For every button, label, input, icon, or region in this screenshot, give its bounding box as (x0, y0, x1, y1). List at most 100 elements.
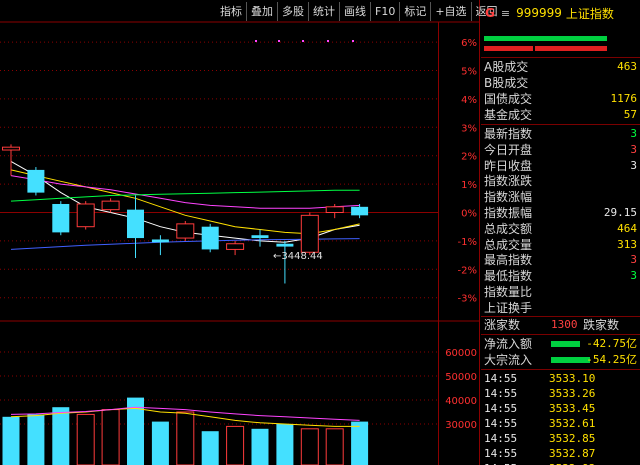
stock-code: 999999 (516, 6, 562, 20)
add-watchlist-button[interactable]: +自选 (430, 2, 470, 21)
volume-bar (27, 414, 45, 465)
tick-row[interactable]: 14:55 3533.10 (481, 371, 640, 386)
quote-row-value: 313 (617, 237, 637, 251)
tick-row[interactable]: 14:55 3532.61 (481, 416, 640, 431)
stat-row-label: 基金成交 (484, 108, 533, 122)
candle-body (2, 146, 20, 151)
tick-row[interactable]: 14:55 3533.26 (481, 386, 640, 401)
flow-row: 大宗流入 -54.25亿 (481, 352, 640, 368)
quote-row-label: 最新指数 (484, 127, 533, 141)
statistics-button[interactable]: 统计 (308, 2, 339, 21)
quote-row-label: 总成交量 (484, 237, 533, 252)
quote-row: 指数振幅 29.15 (481, 205, 640, 221)
price-axis-label: -3% (458, 294, 477, 305)
volume-bar (176, 411, 195, 465)
up-count-label: 涨家数 (484, 318, 521, 332)
quote-row-value: 464 (617, 221, 637, 235)
stat-row-label: 国债成交 (484, 92, 533, 106)
tick-row[interactable]: 14:55 3532.85 (481, 431, 640, 446)
candle-body (27, 169, 45, 193)
candle-body (52, 203, 70, 233)
candle-body (300, 214, 319, 253)
tick-price: 3533.45 (549, 402, 596, 415)
quote-row-label: 上证换手 (484, 300, 533, 315)
mark-button[interactable]: 标记 (399, 2, 430, 21)
tick-time: 14:55 (484, 387, 518, 400)
stat-row-value: 57 (623, 108, 637, 121)
flow-row: 净流入额 -42.75亿 (481, 336, 640, 352)
quote-row: 上证换手 (481, 300, 640, 316)
candle-body (201, 226, 219, 250)
kline-chart-svg[interactable]: 6% 5% 4% 3% 2% 1% 0% -1% -2% -3% 60000 50000 40000 30… (0, 0, 480, 465)
tick-row[interactable]: 14:55 3533.45 (481, 401, 640, 416)
candle-body (325, 206, 344, 214)
tick-price: 3532.85 (549, 432, 596, 445)
candle-body (127, 209, 144, 239)
tick-time: 14:55 (484, 417, 518, 430)
stat-row: A股成交 463 (481, 59, 640, 75)
volume-bar (325, 428, 344, 465)
tick-row[interactable]: 14:55 3532.93 (481, 461, 640, 465)
tick-time: 14:55 (484, 447, 518, 460)
up-count-value: 1300 (551, 318, 578, 331)
draw-line-button[interactable]: 画线 (339, 2, 370, 21)
quote-row-value: 3 (630, 127, 637, 140)
flow-value: -54.25亿 (586, 353, 637, 366)
f10-button[interactable]: F10 (370, 2, 399, 21)
volume-bar (101, 409, 120, 465)
quote-row: 总成交量 313 (481, 237, 640, 253)
quote-row-label: 指数涨幅 (484, 190, 533, 205)
quote-row-label: 昨日收盘 (484, 158, 533, 173)
tick-price: 3532.61 (549, 417, 596, 430)
quote-row-value: 3 (630, 142, 637, 156)
quote-row-label: 今日开盘 (484, 142, 533, 157)
tick-price: 3533.26 (549, 387, 596, 400)
indicator-button[interactable]: 指标 (216, 2, 246, 21)
volume-bar (151, 421, 169, 465)
kline-chart[interactable]: 6% 5% 4% 3% 2% 1% 0% -1% -2% -3% 60000 50000 40000 30… (0, 0, 480, 465)
quote-row-label: 最高指数 (484, 253, 533, 268)
stat-row: 基金成交 57 (481, 107, 640, 123)
candle-body (101, 200, 120, 211)
panel-header: G ≡ 999999 上证指数 (481, 3, 640, 23)
quote-row-label: 指数振幅 (484, 206, 533, 220)
menu-icon[interactable]: ≡ (501, 7, 510, 20)
stock-name: 上证指数 (565, 6, 614, 21)
quote-row-label: 指数涨跌 (484, 174, 533, 189)
overlay-button[interactable]: 叠加 (246, 2, 277, 21)
quote-row: 指数涨跌 (481, 173, 640, 189)
price-axis-label: -2% (458, 265, 477, 276)
volume-axis-label: 50000 (445, 372, 477, 383)
strength-bar-red-2 (535, 46, 607, 51)
stat-row: 国债成交 1176 (481, 91, 640, 107)
volume-bar (201, 431, 219, 465)
volume-axis-label: 40000 (445, 396, 477, 407)
tick-row[interactable]: 14:55 3532.87 (481, 446, 640, 461)
tick-time: 14:55 (484, 432, 518, 445)
price-axis-label: -1% (458, 237, 477, 248)
volume-bar (251, 428, 269, 465)
quote-row-label: 指数量比 (484, 285, 533, 299)
flow-value: -42.75亿 (586, 337, 637, 350)
quote-row: 最新指数 3 (481, 126, 640, 142)
signal-marker (302, 40, 304, 42)
quote-row: 最低指数 3 (481, 268, 640, 284)
volume-bar (52, 407, 70, 465)
multi-stock-button[interactable]: 多股 (277, 2, 308, 21)
chart-toolbar: 指标 叠加 多股 统计 画线 F10 标记 +自选 返回 (216, 2, 502, 21)
candle-body (226, 243, 245, 250)
flow-bar (551, 357, 590, 363)
price-ma-line (10, 189, 360, 202)
quote-row-label: 总成交额 (484, 221, 533, 236)
quote-row: 昨日收盘 3 (481, 158, 640, 174)
quote-row: 指数量比 (481, 284, 640, 300)
volume-bar (276, 424, 294, 465)
volume-bar (351, 421, 369, 465)
flow-label: 大宗流入 (484, 353, 533, 367)
signal-marker (255, 40, 257, 42)
candle-body (251, 235, 269, 239)
tick-time: 14:55 (484, 461, 517, 465)
volume-axis-label: 60000 (445, 348, 477, 359)
quote-row-value: 3 (630, 253, 637, 267)
stat-row-label: A股成交 (484, 60, 529, 74)
